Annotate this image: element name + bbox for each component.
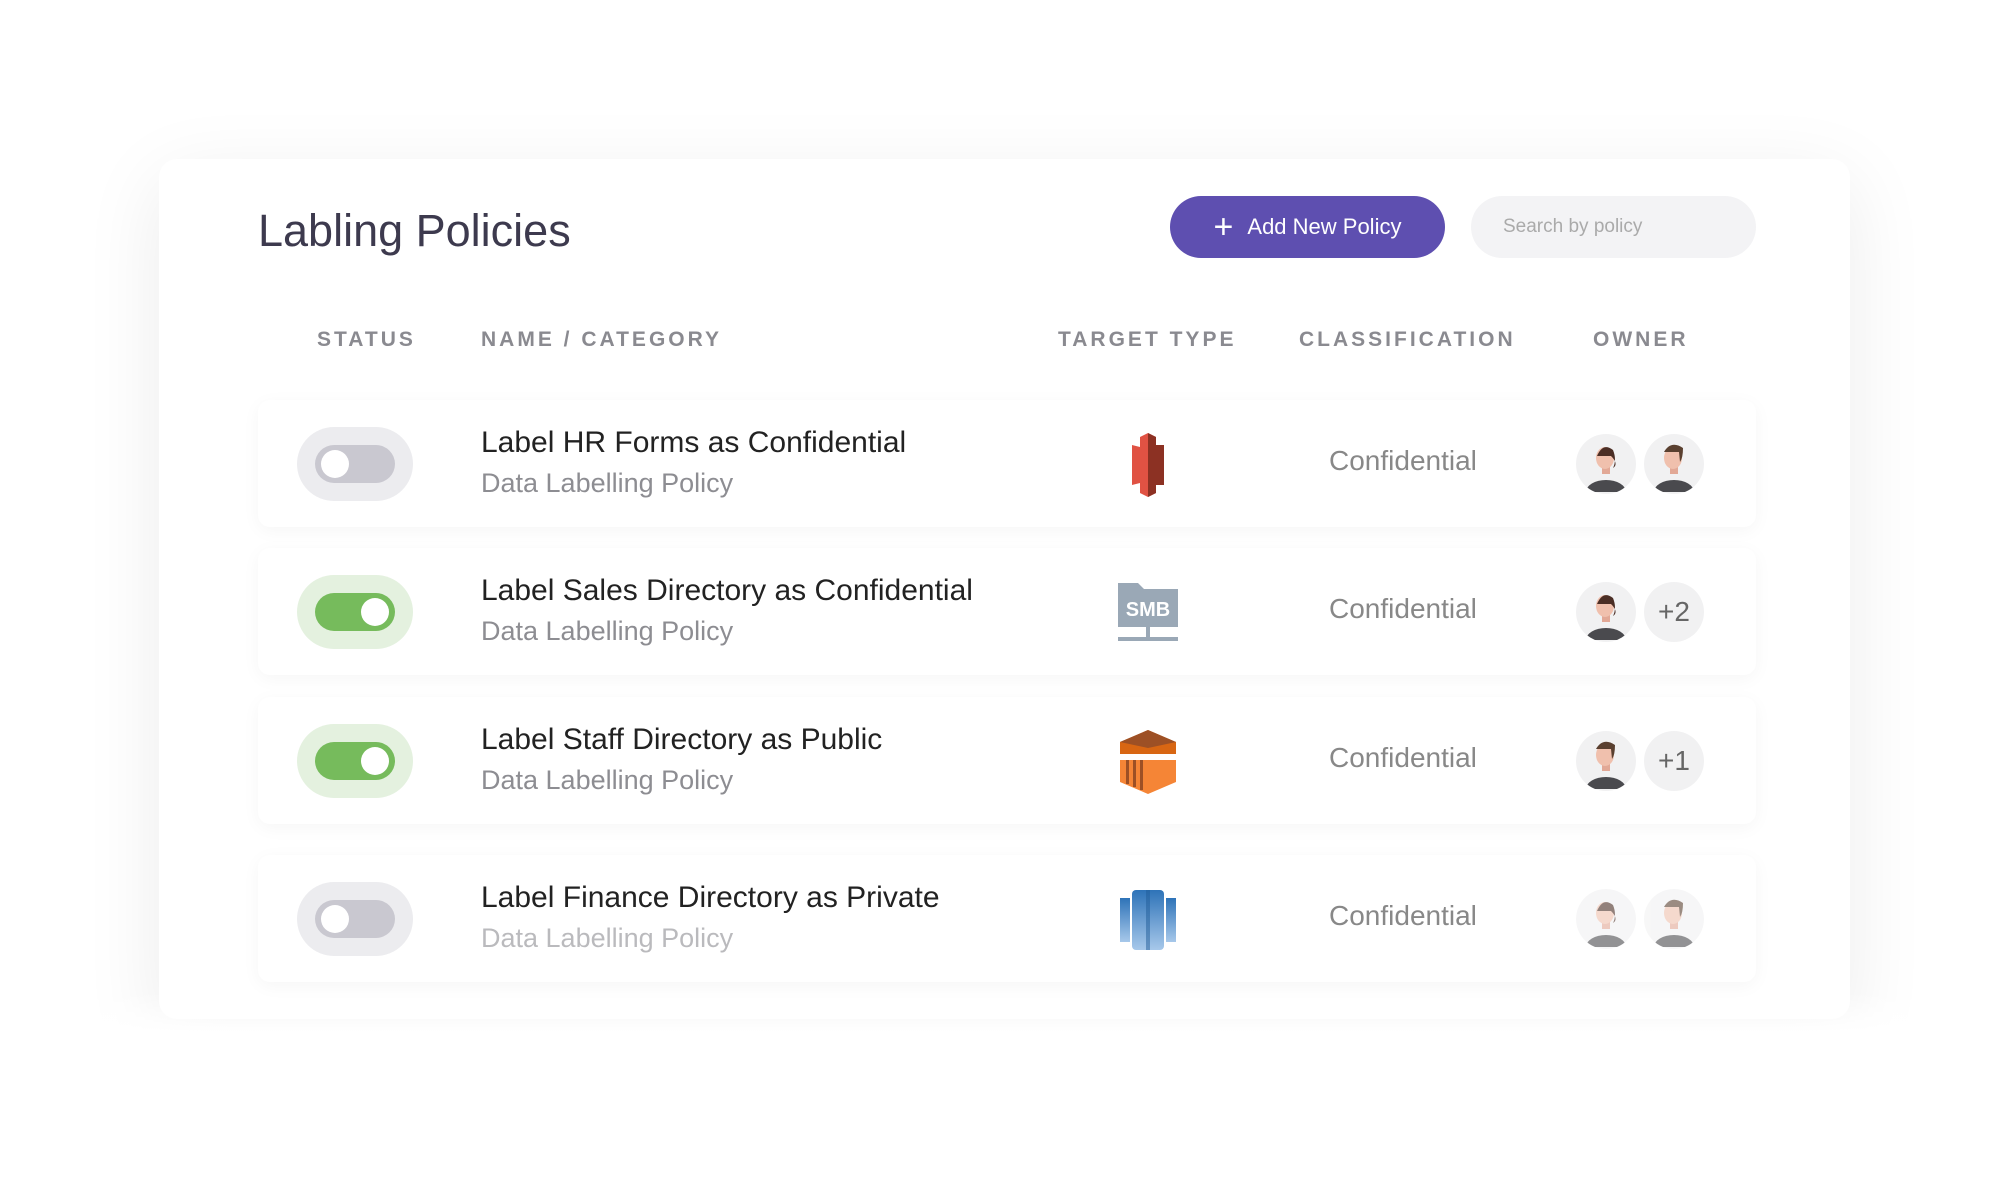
table-row[interactable]: Label Finance Directory as Private Data … — [258, 855, 1756, 982]
policy-name[interactable]: Label Staff Directory as Public — [481, 723, 882, 757]
classification: Confidential — [1329, 445, 1477, 476]
column-header-owner: OWNER — [1593, 328, 1689, 351]
column-header-name: NAME / CATEGORY — [481, 328, 723, 351]
policy-name[interactable]: Label Sales Directory as Confidential — [481, 574, 973, 608]
policy-name[interactable]: Label Finance Directory as Private — [481, 881, 940, 915]
page-title: Labling Policies — [258, 205, 571, 256]
policy-category: Data Labelling Policy — [481, 468, 734, 498]
owner-avatar-female[interactable] — [1576, 434, 1636, 494]
owner-avatar-female[interactable] — [1576, 889, 1636, 949]
search-box[interactable] — [1471, 196, 1756, 258]
smb-share-icon: SMB — [1118, 583, 1178, 641]
status-toggle[interactable] — [297, 882, 413, 956]
table-row[interactable]: Label Staff Directory as Public Data Lab… — [258, 697, 1756, 824]
search-input[interactable] — [1503, 216, 1748, 238]
policy-category: Data Labelling Policy — [481, 923, 734, 953]
svg-text:SMB: SMB — [1126, 599, 1170, 621]
policy-category: Data Labelling Policy — [481, 765, 734, 795]
column-header-status: STATUS — [317, 328, 416, 351]
owner-avatar-male[interactable] — [1644, 434, 1704, 494]
plus-icon: + — [1213, 208, 1234, 246]
add-button-label: Add New Policy — [1247, 214, 1402, 239]
aws-redshift-icon — [1120, 890, 1176, 950]
owner-avatar-male[interactable] — [1644, 889, 1704, 949]
owner-avatar-male[interactable] — [1576, 731, 1636, 791]
classification: Confidential — [1329, 742, 1477, 773]
classification: Confidential — [1329, 593, 1477, 624]
bottom-fade — [0, 992, 1999, 1192]
policy-name[interactable]: Label HR Forms as Confidential — [481, 426, 906, 460]
column-header-target-type: TARGET TYPE — [1058, 328, 1237, 351]
status-toggle[interactable] — [297, 724, 413, 798]
table-row[interactable]: Label Sales Directory as Confidential Da… — [258, 548, 1756, 675]
policy-category: Data Labelling Policy — [481, 616, 734, 646]
classification: Confidential — [1329, 900, 1477, 931]
aws-s3-icon — [1132, 433, 1164, 497]
more-owners-badge[interactable]: +1 — [1644, 731, 1704, 791]
column-header-classification: CLASSIFICATION — [1299, 328, 1516, 351]
status-toggle[interactable] — [297, 575, 413, 649]
more-owners-badge[interactable]: +2 — [1644, 582, 1704, 642]
owner-avatar-female[interactable] — [1576, 582, 1636, 642]
status-toggle[interactable] — [297, 427, 413, 501]
table-row[interactable]: Label HR Forms as Confidential Data Labe… — [258, 400, 1756, 527]
add-new-policy-button[interactable]: + Add New Policy — [1170, 196, 1445, 258]
aws-ec2-container-icon — [1120, 730, 1176, 794]
